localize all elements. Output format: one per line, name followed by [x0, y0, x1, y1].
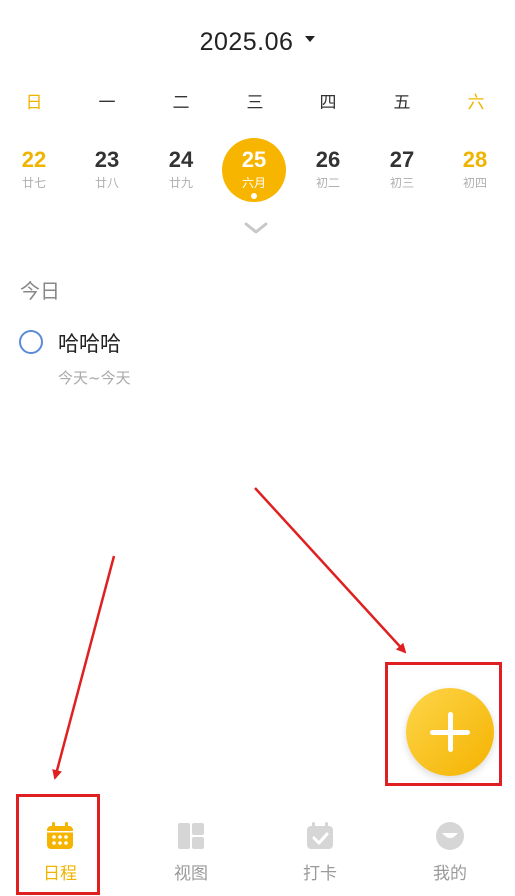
event-dot	[251, 193, 257, 199]
nav-item-mine[interactable]: 我的	[405, 820, 495, 890]
date-number: 28	[462, 147, 488, 172]
date-cell[interactable]: 23 廿八	[75, 138, 139, 202]
chevron-down-icon[interactable]	[243, 220, 269, 236]
date-number: 25	[241, 147, 267, 172]
annotation-arrow	[254, 487, 407, 654]
weekday-sun: 日	[25, 93, 43, 113]
nav-label: 日程	[43, 864, 77, 884]
add-button[interactable]	[406, 688, 494, 776]
lunar-date: 廿九	[168, 176, 193, 190]
date-number: 23	[94, 147, 120, 172]
weekday-tue: 二	[172, 93, 190, 113]
week-date-row: 22 廿七 23 廿八 24 廿九 25 六月 26 初二 27 初三 28 初…	[0, 138, 515, 204]
date-number: 24	[168, 147, 194, 172]
date-cell[interactable]: 24 廿九	[149, 138, 213, 202]
date-cell-selected[interactable]: 25 六月	[222, 138, 286, 202]
weekday-wed: 三	[246, 93, 264, 113]
date-cell[interactable]: 26 初二	[296, 138, 360, 202]
lunar-date: 初二	[315, 176, 340, 190]
date-cell[interactable]: 22 廿七	[2, 138, 66, 202]
plus-icon-bar	[448, 712, 453, 752]
lunar-date: 初三	[389, 176, 414, 190]
section-title: 今日	[20, 279, 60, 303]
grid-view-icon	[178, 823, 204, 849]
task-checkbox[interactable]	[19, 330, 43, 354]
lunar-date: 初四	[462, 176, 487, 190]
weekday-thu: 四	[319, 93, 337, 113]
lunar-date: 六月	[241, 176, 266, 190]
month-label: 2025.06	[199, 27, 294, 56]
date-number: 26	[315, 147, 341, 172]
task-item[interactable]: 哈哈哈 今天~今天	[18, 326, 458, 396]
weekday-fri: 五	[393, 93, 411, 113]
date-cell[interactable]: 28 初四	[443, 138, 507, 202]
task-date-range: 今天~今天	[58, 369, 131, 387]
month-selector[interactable]: 2025.06	[0, 22, 515, 62]
caret-down-icon	[305, 36, 316, 42]
lunar-date: 廿八	[94, 176, 119, 190]
bottom-nav: 日程 视图 打卡 我的	[0, 800, 515, 896]
profile-icon	[436, 822, 464, 850]
lunar-date: 廿七	[21, 176, 46, 190]
calendar-icon	[47, 822, 73, 849]
weekday-sat: 六	[467, 93, 485, 113]
date-number: 22	[21, 147, 47, 172]
weekday-row: 日 一 二 三 四 五 六	[0, 88, 515, 118]
nav-label: 打卡	[303, 864, 337, 884]
date-cell[interactable]: 27 初三	[370, 138, 434, 202]
nav-label: 我的	[433, 864, 467, 884]
nav-label: 视图	[174, 864, 208, 884]
nav-item-view[interactable]: 视图	[146, 820, 236, 890]
annotation-arrow	[52, 555, 116, 780]
check-in-icon	[307, 822, 333, 849]
task-title: 哈哈哈	[58, 332, 121, 356]
nav-item-schedule[interactable]: 日程	[15, 820, 105, 890]
date-number: 27	[389, 147, 415, 172]
nav-item-checkin[interactable]: 打卡	[275, 820, 365, 890]
weekday-mon: 一	[98, 93, 116, 113]
